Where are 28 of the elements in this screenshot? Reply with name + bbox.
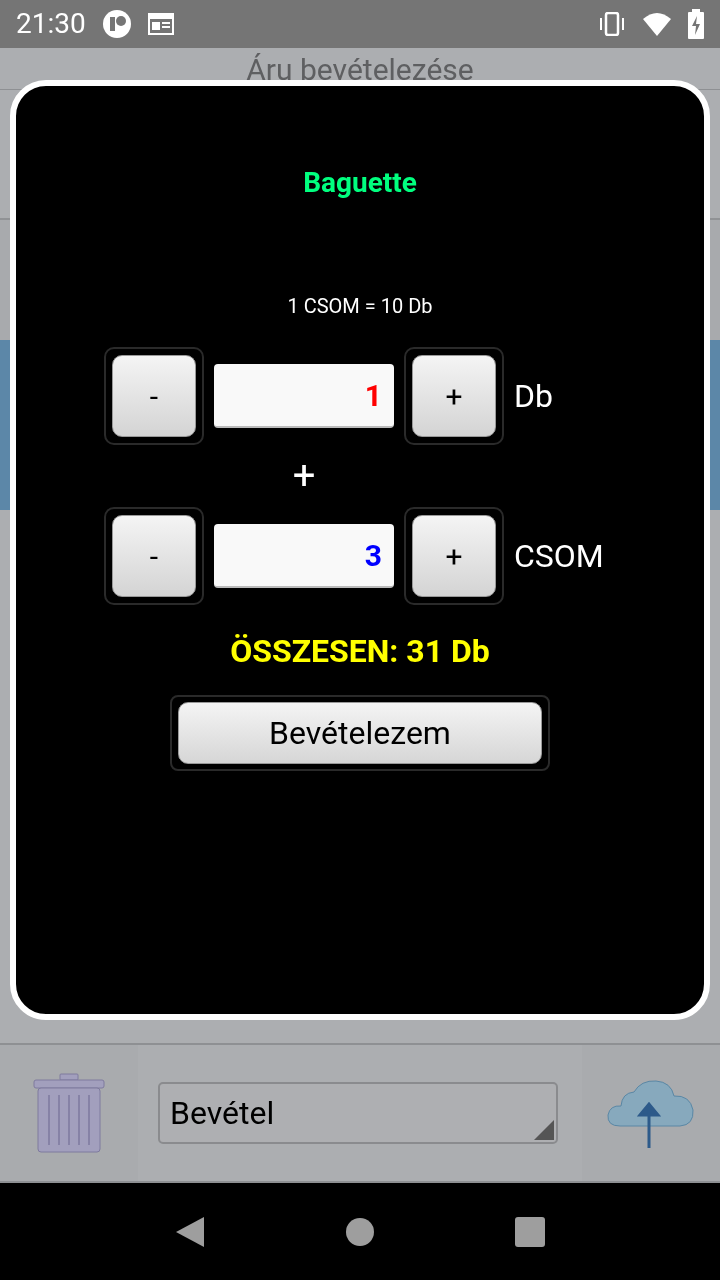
step-button[interactable]: + (412, 355, 496, 437)
unit-label: Db (514, 376, 553, 417)
product-name: Baguette (303, 166, 417, 200)
total-text: ÖSSZESEN: 31 Db (230, 631, 490, 671)
type-dropdown[interactable]: Bevétel (158, 1082, 558, 1144)
screen-title: Áru bevételezése (246, 51, 474, 89)
status-time: 21:30 (16, 10, 86, 38)
step-button[interactable]: - (112, 515, 196, 597)
trash-icon (33, 1073, 105, 1153)
app-logo-icon (101, 9, 132, 39)
calendar-icon (147, 12, 174, 36)
dropdown-corner-icon (534, 1120, 554, 1140)
vibrate-icon (598, 12, 626, 36)
wifi-icon (642, 11, 672, 37)
plus-sign: + (292, 456, 316, 496)
step-button[interactable]: - (112, 355, 196, 437)
conversion-text: 1 CSOM = 10 Db (287, 293, 433, 319)
dropdown-value: Bevétel (170, 1094, 275, 1132)
home-icon[interactable] (345, 1216, 375, 1247)
confirm-button[interactable]: Bevételezem (178, 702, 542, 764)
battery-charging-icon (688, 9, 704, 39)
recents-icon[interactable] (515, 1216, 545, 1247)
quantity-field[interactable]: 3 (214, 524, 394, 588)
quantity-field[interactable]: 1 (214, 364, 394, 428)
unit-label: CSOM (514, 536, 604, 577)
cloud-upload-icon (606, 1078, 696, 1148)
step-button[interactable]: + (412, 515, 496, 597)
back-icon[interactable] (175, 1215, 205, 1248)
